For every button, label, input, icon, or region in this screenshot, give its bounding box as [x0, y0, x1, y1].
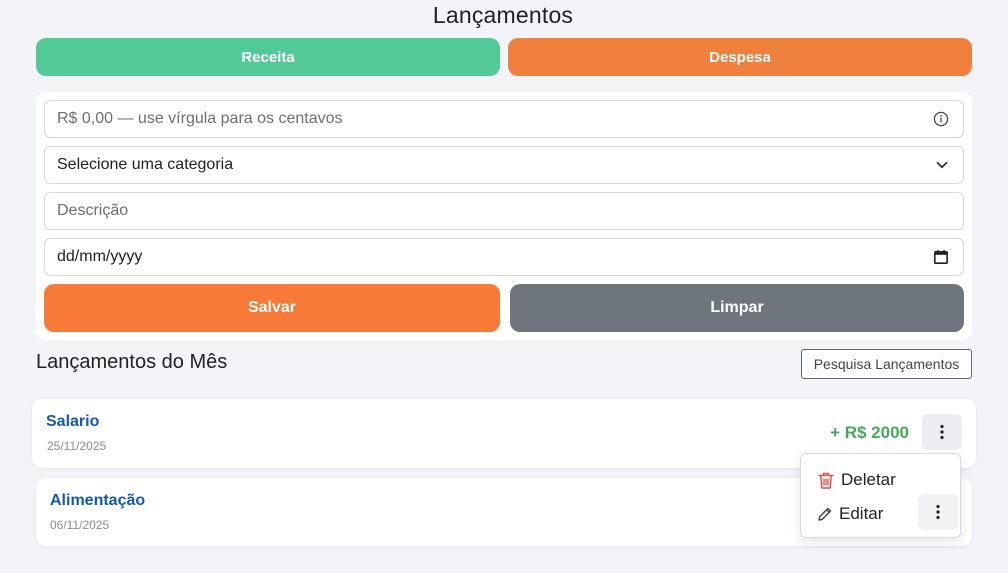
edit-menu-item[interactable]: Editar — [817, 504, 883, 524]
page-title: Lançamentos — [432, 2, 574, 28]
clear-button[interactable]: Limpar — [510, 284, 964, 332]
form-card: R$ 0,00 — use vírgula para os centavos S… — [36, 92, 972, 340]
kebab-menu-button[interactable] — [918, 494, 958, 530]
chevron-down-icon — [935, 158, 949, 172]
entry-amount: + R$ 2000 — [830, 423, 909, 442]
data-placeholder: dd/mm/yyyy — [57, 248, 143, 265]
categoria-select[interactable]: Selecione uma categoria — [44, 146, 964, 184]
section-title: Lançamentos do Mês — [36, 351, 228, 373]
entry-category-link[interactable]: Salario — [46, 413, 99, 431]
pencil-icon — [818, 507, 832, 521]
despesa-button[interactable]: Despesa — [508, 38, 972, 76]
edit-label: Editar — [839, 504, 884, 523]
kebab-icon — [940, 424, 944, 440]
kebab-menu-button[interactable] — [922, 414, 962, 450]
categoria-value: Selecione uma categoria — [57, 156, 234, 173]
valor-placeholder: R$ 0,00 — use vírgula para os centavos — [57, 110, 343, 127]
info-icon[interactable] — [933, 111, 949, 127]
delete-menu-item[interactable]: Deletar — [817, 470, 896, 490]
calendar-icon[interactable] — [933, 249, 949, 265]
receita-button[interactable]: Receita — [36, 38, 500, 76]
descricao-placeholder: Descrição — [57, 202, 129, 219]
trash-icon — [818, 472, 834, 489]
search-entries-button[interactable]: Pesquisa Lançamentos — [801, 349, 972, 379]
data-input[interactable]: dd/mm/yyyy — [44, 238, 964, 276]
entry-category-link[interactable]: Alimentação — [50, 492, 145, 510]
delete-label: Deletar — [841, 470, 896, 489]
entry-date: 06/11/2025 — [50, 518, 110, 532]
valor-input[interactable]: R$ 0,00 — use vírgula para os centavos — [44, 100, 964, 138]
descricao-input[interactable]: Descrição — [44, 192, 964, 230]
save-button[interactable]: Salvar — [44, 284, 500, 332]
kebab-icon — [936, 504, 940, 520]
entry-date: 25/11/2025 — [47, 439, 107, 453]
